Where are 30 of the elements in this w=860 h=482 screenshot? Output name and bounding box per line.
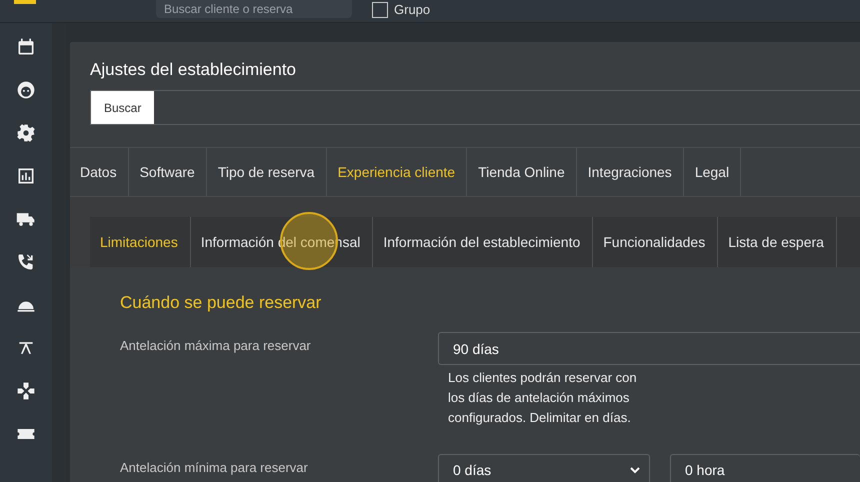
subtab[interactable]: Funcionalidades: [593, 217, 718, 267]
dropdown[interactable]: 0 hora: [670, 454, 860, 482]
calendar-icon[interactable]: [16, 37, 36, 57]
checkbox[interactable]: [372, 2, 388, 18]
face-icon[interactable]: [16, 80, 36, 100]
search-button[interactable]: Buscar: [91, 91, 154, 124]
search-field[interactable]: Buscar: [90, 90, 860, 125]
group-label: Grupo: [394, 2, 430, 17]
menu-icon[interactable]: [14, 0, 36, 6]
chart-icon[interactable]: [16, 166, 36, 186]
input-field[interactable]: 90 días: [438, 332, 860, 365]
field-label: Antelación mínima para reservar: [120, 459, 309, 477]
tab[interactable]: Tienda Online: [467, 148, 577, 196]
subtab[interactable]: Lista de espera: [718, 217, 837, 267]
settings-icon[interactable]: [16, 123, 36, 143]
tab[interactable]: Tipo de reserva: [206, 148, 327, 196]
dropdown[interactable]: 0 días: [438, 454, 650, 482]
tab[interactable]: Integraciones: [576, 148, 684, 196]
tab[interactable]: Datos: [70, 148, 129, 196]
subtab[interactable]: Información del establecimiento: [373, 217, 594, 267]
panel-title: Ajustes del establecimiento: [89, 59, 298, 81]
tab[interactable]: Experiencia cliente: [326, 148, 468, 196]
field-label: Antelación máxima para reservar: [120, 337, 312, 355]
subtab[interactable]: Limitaciones: [90, 217, 191, 267]
tab[interactable]: Software: [128, 148, 207, 196]
gamepad-icon[interactable]: [16, 381, 36, 401]
section-heading: Cuándo se puede reservar: [119, 292, 322, 313]
help-text: Los clientes podrán reservar con los días de antelación máximos configurados. Delimitar en días.: [448, 369, 638, 427]
tab[interactable]: Legal: [684, 148, 742, 196]
search-field[interactable]: Buscar cliente o reserva: [156, 0, 352, 18]
